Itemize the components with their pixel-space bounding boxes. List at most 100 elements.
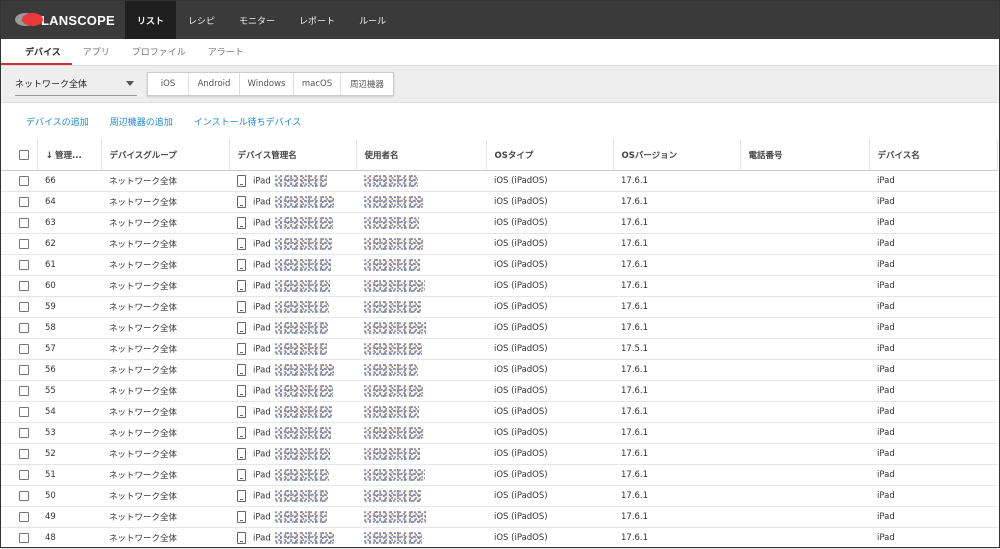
lanscope-logo[interactable]: LANSCOPE [1, 13, 125, 28]
table-row[interactable]: 59 ネットワーク全体 iPad iOS (iPadOS) 17.6.1 iPad [1, 296, 997, 318]
row-checkbox[interactable] [19, 406, 29, 417]
device-group-select[interactable]: ネットワーク全体 [15, 73, 137, 96]
table-row[interactable]: 50 ネットワーク全体 iPad iOS (iPadOS) 17.6.1 iPad [1, 485, 997, 507]
row-checkbox[interactable] [19, 511, 29, 522]
table-row[interactable]: 64 ネットワーク全体 iPad iOS (iPadOS) 17.6.1 iPad [1, 191, 997, 213]
table-row[interactable]: 66 ネットワーク全体 iPad iOS (iPadOS) 17.6.1 iPad [1, 170, 997, 192]
cell-device-group: ネットワーク全体 [101, 296, 229, 318]
add-peripheral-link[interactable]: 周辺機器の追加 [110, 115, 173, 128]
os-filter-ios[interactable]: iOS [148, 73, 189, 95]
row-checkbox[interactable] [19, 532, 29, 543]
redacted-device-name [274, 448, 330, 460]
cell-device-prefix: iPad [253, 470, 271, 481]
row-checkbox[interactable] [19, 469, 29, 480]
row-checkbox-cell [1, 401, 37, 423]
nav-tab-report[interactable]: レポート [287, 1, 347, 39]
cell-id: 56 [37, 359, 101, 381]
row-checkbox[interactable] [19, 427, 29, 438]
column-header-user-name[interactable]: 使用者名 [356, 140, 487, 171]
column-header-phone-number[interactable]: 電話番号 [740, 140, 870, 171]
row-checkbox[interactable] [19, 364, 29, 375]
row-checkbox[interactable] [19, 301, 29, 312]
pending-install-devices-link[interactable]: インストール待ちデバイス [194, 115, 302, 128]
redacted-device-name [274, 238, 332, 250]
row-checkbox[interactable] [19, 196, 29, 207]
row-checkbox[interactable] [19, 238, 29, 249]
cell-device-name: iPad [869, 401, 997, 423]
table-row[interactable]: 62 ネットワーク全体 iPad iOS (iPadOS) 17.6.1 iPad [1, 233, 997, 255]
cell-user-name [356, 527, 486, 549]
column-header-os-type[interactable]: OSタイプ [486, 140, 614, 171]
column-header-id[interactable]: ↓ 管理... [37, 140, 102, 171]
row-checkbox[interactable] [19, 448, 29, 459]
nav-tab-rule[interactable]: ルール [347, 1, 398, 39]
table-row[interactable]: 48 ネットワーク全体 iPad iOS (iPadOS) 17.6.1 iPad [1, 527, 997, 549]
cell-phone-number [740, 464, 869, 486]
cell-device-group: ネットワーク全体 [101, 401, 229, 423]
row-checkbox-cell [1, 464, 37, 486]
select-all-checkbox[interactable] [19, 149, 29, 160]
subtab-devices[interactable]: デバイス [1, 45, 72, 65]
cell-phone-number [740, 380, 869, 402]
row-checkbox[interactable] [19, 259, 29, 270]
table-row[interactable]: 61 ネットワーク全体 iPad iOS (iPadOS) 17.6.1 iPad [1, 254, 997, 276]
nav-tab-monitor[interactable]: モニター [227, 1, 287, 39]
cell-os-type: iOS (iPadOS) [486, 275, 613, 297]
row-checkbox[interactable] [19, 280, 29, 291]
cell-device-name: iPad [869, 422, 997, 444]
table-row[interactable]: 55 ネットワーク全体 iPad iOS (iPadOS) 17.6.1 iPad [1, 380, 997, 402]
row-checkbox[interactable] [19, 343, 29, 354]
subtab-apps[interactable]: アプリ [72, 45, 121, 65]
cell-id: 55 [37, 380, 101, 402]
cell-os-version: 17.6.1 [613, 275, 740, 297]
redacted-device-name [274, 385, 333, 397]
table-row[interactable]: 56 ネットワーク全体 iPad iOS (iPadOS) 17.6.1 iPad [1, 359, 997, 381]
row-checkbox[interactable] [19, 322, 29, 333]
redacted-device-name [274, 280, 330, 292]
os-filter-macos[interactable]: macOS [294, 73, 341, 95]
cell-os-type: iOS (iPadOS) [486, 422, 613, 444]
tablet-icon [237, 343, 246, 355]
subtab-profiles[interactable]: プロファイル [121, 45, 197, 65]
table-row[interactable]: 51 ネットワーク全体 iPad iOS (iPadOS) 17.6.1 iPad [1, 464, 997, 486]
table-row[interactable]: 57 ネットワーク全体 iPad iOS (iPadOS) 17.5.1 iPad [1, 338, 997, 360]
column-header-os-version[interactable]: OSバージョン [613, 140, 741, 171]
add-device-link[interactable]: デバイスの追加 [26, 115, 89, 128]
row-checkbox[interactable] [19, 385, 29, 396]
table-row[interactable]: 58 ネットワーク全体 iPad iOS (iPadOS) 17.6.1 iPad [1, 317, 997, 339]
cell-id: 48 [37, 527, 101, 549]
table-row[interactable]: 60 ネットワーク全体 iPad iOS (iPadOS) 17.6.1 iPad [1, 275, 997, 297]
cell-device-name: iPad [869, 275, 997, 297]
redacted-device-name [274, 511, 327, 523]
cell-device-group: ネットワーク全体 [101, 191, 229, 213]
os-filter-windows[interactable]: Windows [240, 73, 294, 95]
table-row[interactable]: 49 ネットワーク全体 iPad iOS (iPadOS) 17.6.1 iPad [1, 506, 997, 528]
table-row[interactable]: 54 ネットワーク全体 iPad iOS (iPadOS) 17.6.1 iPad [1, 401, 997, 423]
row-checkbox-cell [1, 191, 37, 213]
table-row[interactable]: 52 ネットワーク全体 iPad iOS (iPadOS) 17.6.1 iPad [1, 443, 997, 465]
cell-device-group: ネットワーク全体 [101, 443, 229, 465]
redacted-user-name [364, 343, 422, 355]
row-checkbox[interactable] [19, 175, 29, 186]
row-checkbox[interactable] [19, 217, 29, 228]
nav-tab-recipe[interactable]: レシピ [176, 1, 227, 39]
column-header-device-name-admin[interactable]: デバイス管理名 [229, 140, 357, 171]
nav-tab-list[interactable]: リスト [125, 1, 177, 39]
cell-os-version: 17.6.1 [613, 317, 740, 339]
row-checkbox[interactable] [19, 490, 29, 501]
os-filter-peripherals[interactable]: 周辺機器 [341, 73, 393, 95]
os-filter-android[interactable]: Android [189, 73, 240, 95]
column-header-device-name[interactable]: デバイス名 [869, 140, 998, 171]
cell-device-prefix: iPad [253, 281, 271, 292]
cell-id: 54 [37, 401, 101, 423]
table-row[interactable]: 63 ネットワーク全体 iPad iOS (iPadOS) 17.6.1 iPad [1, 212, 997, 234]
top-navigation-bar: LANSCOPE リスト レシピ モニター レポート ルール [1, 1, 999, 39]
column-header-device-group[interactable]: デバイスグループ [101, 140, 230, 171]
cell-device-prefix: iPad [253, 386, 271, 397]
cell-device-prefix: iPad [253, 512, 271, 523]
table-row[interactable]: 53 ネットワーク全体 iPad iOS (iPadOS) 17.6.1 iPad [1, 422, 997, 444]
subtab-alerts[interactable]: アラート [197, 45, 255, 65]
cell-device-name-admin: iPad [229, 191, 356, 213]
cell-device-name-admin: iPad [229, 296, 356, 318]
cell-device-name-admin: iPad [229, 443, 356, 465]
